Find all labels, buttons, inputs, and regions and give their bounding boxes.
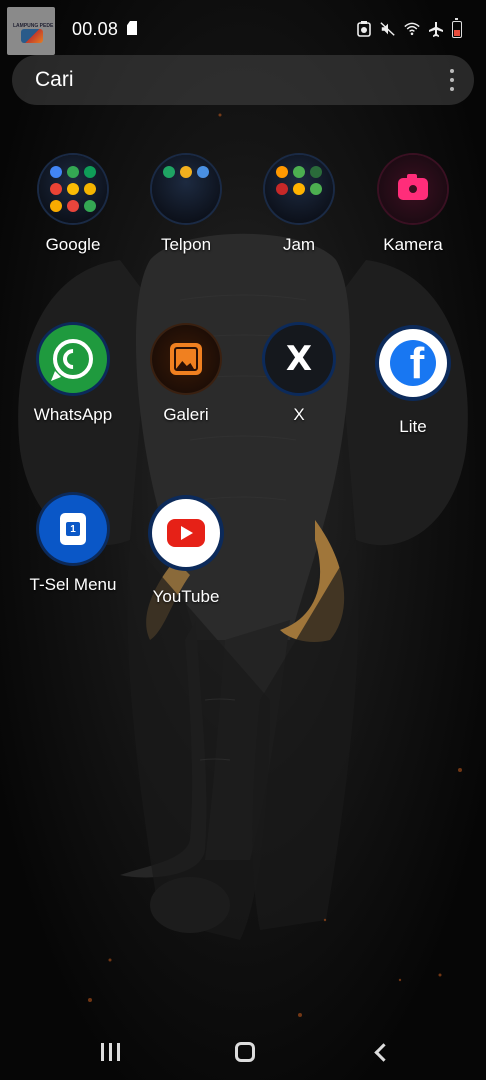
- status-clock: 00.08: [72, 19, 119, 39]
- app-label: YouTube: [152, 587, 220, 606]
- folder-mini-app-icon: [180, 166, 192, 178]
- tsel-sim-icon: 1: [39, 495, 107, 563]
- app-tsel-menu[interactable]: 1 T-Sel Menu: [16, 495, 130, 595]
- x-icon: X: [265, 325, 333, 393]
- airplane-icon: [428, 20, 444, 38]
- status-bar: LAMPUNG PEDE 00.08: [0, 0, 486, 58]
- fb-glyph: f: [409, 340, 425, 386]
- search-bar[interactable]: Cari: [12, 55, 474, 105]
- more-vert-icon[interactable]: [448, 69, 456, 91]
- app-label: WhatsApp: [33, 405, 113, 424]
- recents-icon[interactable]: [90, 1034, 130, 1070]
- app-label: Lite: [399, 417, 427, 436]
- folder-mini-app-icon: [293, 166, 305, 178]
- app-label: X: [293, 405, 305, 424]
- folder-mini-app-icon: [276, 166, 288, 178]
- camera-icon: [379, 155, 447, 223]
- folder-mini-app-icon: [197, 200, 209, 212]
- folder-mini-app-icon: [163, 200, 175, 212]
- tsel-glyph: 1: [66, 522, 80, 536]
- app-label: T-Sel Menu: [29, 575, 117, 594]
- app-google-folder[interactable]: Google: [16, 155, 130, 255]
- app-jam-folder[interactable]: Jam: [242, 155, 356, 255]
- folder-mini-app-icon: [310, 200, 322, 212]
- gallery-icon: [152, 325, 220, 393]
- folder-mini-app-icon: [50, 166, 62, 178]
- folder-mini-app-icon: [67, 183, 79, 195]
- folder-mini-app-icon: [84, 166, 96, 178]
- folder-mini-app-icon: [180, 183, 192, 195]
- app-label: Kamera: [383, 235, 443, 254]
- folder-mini-app-icon: [197, 166, 209, 178]
- app-whatsapp[interactable]: WhatsApp: [16, 325, 130, 425]
- wifi-icon: [404, 20, 420, 38]
- app-label: Galeri: [163, 405, 209, 424]
- facebook-lite-icon: f: [379, 329, 447, 397]
- folder-mini-app-icon: [50, 183, 62, 195]
- search-label: Cari: [35, 68, 74, 91]
- home-icon[interactable]: [225, 1034, 265, 1070]
- folder-mini-app-icon: [293, 200, 305, 212]
- folder-mini-app-icon: [163, 166, 175, 178]
- folder-mini-app-icon: [276, 200, 288, 212]
- clock-folder-icon: [265, 155, 333, 223]
- app-label: Google: [45, 235, 101, 254]
- folder-mini-app-icon: [84, 183, 96, 195]
- whatsapp-icon: [39, 325, 107, 393]
- google-folder-icon: [39, 155, 107, 223]
- folder-mini-app-icon: [310, 183, 322, 195]
- folder-mini-app-icon: [163, 183, 175, 195]
- navigation-bar: [0, 1024, 486, 1080]
- folder-mini-app-icon: [180, 200, 192, 212]
- folder-mini-app-icon: [84, 200, 96, 212]
- sim-card-icon: [127, 21, 137, 35]
- folder-mini-app-icon: [276, 183, 288, 195]
- x-glyph: X: [285, 339, 313, 379]
- battery-saver-icon: [356, 20, 372, 38]
- back-icon[interactable]: [360, 1034, 400, 1070]
- app-telpon-folder[interactable]: Telpon: [129, 155, 243, 255]
- app-label: Jam: [282, 235, 316, 254]
- folder-mini-app-icon: [67, 166, 79, 178]
- folder-mini-app-icon: [67, 200, 79, 212]
- folder-mini-app-icon: [310, 166, 322, 178]
- folder-mini-app-icon: [50, 200, 62, 212]
- app-label: Telpon: [160, 235, 212, 254]
- mute-icon: [380, 20, 396, 38]
- app-youtube[interactable]: YouTube: [129, 495, 243, 607]
- app-facebook-lite[interactable]: f Lite: [356, 325, 470, 437]
- folder-mini-app-icon: [293, 183, 305, 195]
- app-x[interactable]: X X: [242, 325, 356, 425]
- folder-mini-app-icon: [197, 183, 209, 195]
- app-kamera[interactable]: Kamera: [356, 155, 470, 255]
- app-galeri[interactable]: Galeri: [129, 325, 243, 425]
- youtube-icon: [152, 499, 220, 567]
- phone-folder-icon: [152, 155, 220, 223]
- battery-low-icon: [452, 17, 462, 38]
- gallery-thumbnail-icon[interactable]: LAMPUNG PEDE: [7, 7, 55, 55]
